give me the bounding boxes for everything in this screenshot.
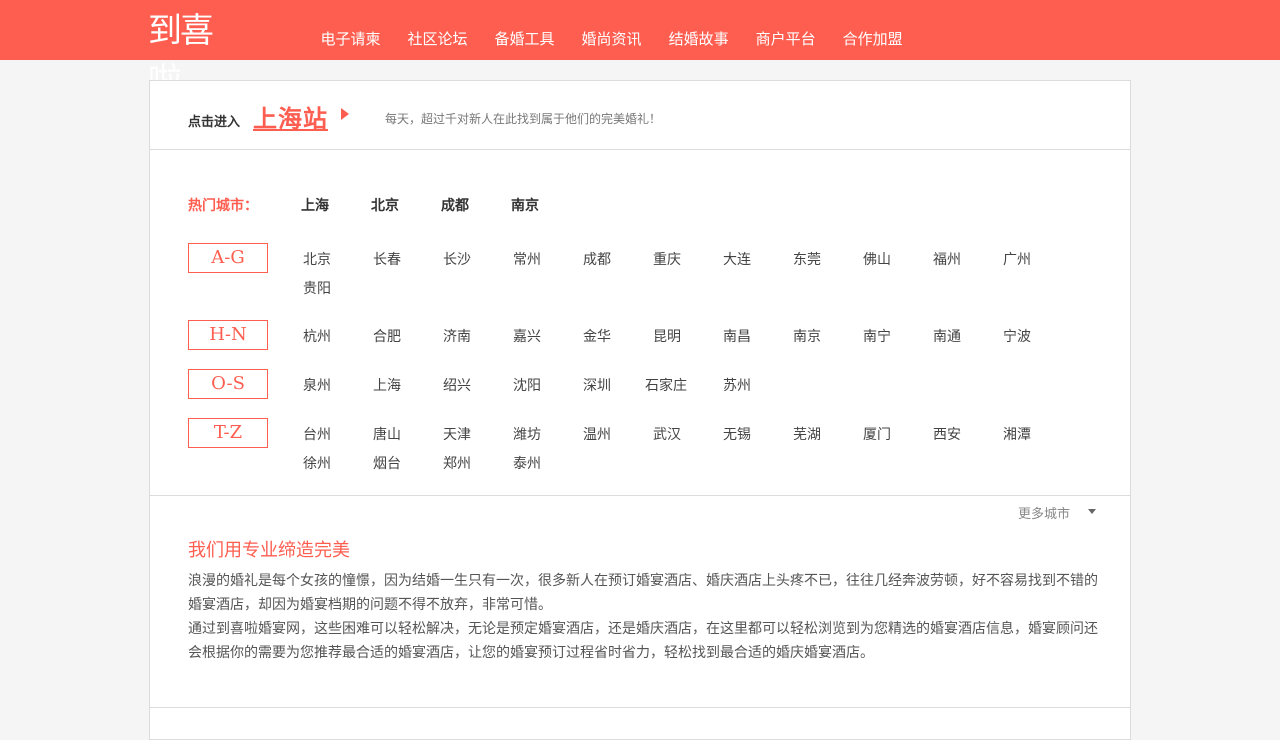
city-link[interactable]: 福州 xyxy=(933,249,1003,269)
main-nav: 电子请柬 社区论坛 备婚工具 婚尚资讯 结婚故事 商户平台 合作加盟 xyxy=(307,0,916,60)
city-link[interactable]: 徐州 xyxy=(303,453,373,473)
nav-item-merchant[interactable]: 商户平台 xyxy=(742,0,829,60)
city-link[interactable]: 泉州 xyxy=(303,375,373,395)
nav-item-invitation[interactable]: 电子请柬 xyxy=(307,0,394,60)
top-nav-bar: 到喜啦 电子请柬 社区论坛 备婚工具 婚尚资讯 结婚故事 商户平台 合作加盟 xyxy=(0,0,1280,101)
intro-title: 我们用专业缔造完美 xyxy=(188,540,350,561)
caret-down-icon[interactable] xyxy=(1088,509,1096,514)
hot-city-link[interactable]: 南京 xyxy=(511,195,539,215)
city-link[interactable]: 大连 xyxy=(723,249,793,269)
city-link[interactable]: 宁波 xyxy=(1003,326,1073,346)
city-link[interactable]: 昆明 xyxy=(653,326,723,346)
city-link[interactable]: 南宁 xyxy=(863,326,933,346)
nav-item-forum[interactable]: 社区论坛 xyxy=(394,0,481,60)
city-link[interactable]: 厦门 xyxy=(863,424,933,444)
city-link[interactable]: 上海 xyxy=(373,375,443,395)
city-link[interactable]: 东莞 xyxy=(793,249,863,269)
arrow-right-icon xyxy=(341,108,349,120)
city-select-panel: 点击进入 上海站 每天，超过千对新人在此找到属于他们的完美婚礼！ 热门城市： 上… xyxy=(149,80,1131,740)
city-link[interactable]: 南昌 xyxy=(723,326,793,346)
city-link[interactable]: 天津 xyxy=(443,424,513,444)
city-link[interactable]: 合肥 xyxy=(373,326,443,346)
city-link[interactable]: 南京 xyxy=(793,326,863,346)
city-link[interactable]: 武汉 xyxy=(653,424,723,444)
city-link[interactable]: 杭州 xyxy=(303,326,373,346)
city-link[interactable]: 南通 xyxy=(933,326,1003,346)
city-link[interactable]: 温州 xyxy=(583,424,653,444)
nav-item-stories[interactable]: 结婚故事 xyxy=(655,0,742,60)
city-link[interactable]: 重庆 xyxy=(653,249,723,269)
nav-item-partner[interactable]: 合作加盟 xyxy=(829,0,916,60)
hot-cities-label: 热门城市： xyxy=(188,198,258,214)
entry-note: 每天，超过千对新人在此找到属于他们的完美婚礼！ xyxy=(385,112,662,126)
city-link[interactable]: 潍坊 xyxy=(513,424,583,444)
hot-city-link[interactable]: 成都 xyxy=(441,195,469,215)
city-entry-bar: 点击进入 上海站 每天，超过千对新人在此找到属于他们的完美婚礼！ xyxy=(150,81,1130,150)
intro-paragraph: 浪漫的婚礼是每个女孩的憧憬，因为结婚一生只有一次，很多新人在预订婚宴酒店、婚庆酒… xyxy=(188,573,1098,613)
nav-item-tools[interactable]: 备婚工具 xyxy=(481,0,568,60)
range-badge-a-g: A-G xyxy=(188,243,268,273)
city-link[interactable]: 北京 xyxy=(303,249,373,269)
city-link[interactable]: 郑州 xyxy=(443,453,513,473)
entry-prefix: 点击进入 xyxy=(188,115,241,130)
city-link[interactable]: 长沙 xyxy=(443,249,513,269)
hot-city-link[interactable]: 上海 xyxy=(301,195,329,215)
city-link[interactable]: 台州 xyxy=(303,424,373,444)
city-link[interactable]: 沈阳 xyxy=(513,375,583,395)
divider xyxy=(150,495,1130,496)
city-link[interactable]: 芜湖 xyxy=(793,424,863,444)
city-link[interactable]: 常州 xyxy=(513,249,583,269)
range-badge-h-n: H-N xyxy=(188,320,268,350)
city-link[interactable]: 西安 xyxy=(933,424,1003,444)
city-link[interactable]: 贵阳 xyxy=(303,278,373,298)
city-link[interactable]: 烟台 xyxy=(373,453,443,473)
city-link[interactable]: 佛山 xyxy=(863,249,933,269)
city-link[interactable]: 济南 xyxy=(443,326,513,346)
more-cities-toggle[interactable]: 更多城市 xyxy=(1018,503,1070,522)
city-link[interactable]: 绍兴 xyxy=(443,375,513,395)
city-link[interactable]: 无锡 xyxy=(723,424,793,444)
city-link[interactable]: 苏州 xyxy=(723,375,793,395)
city-link[interactable]: 广州 xyxy=(1003,249,1073,269)
city-link[interactable]: 成都 xyxy=(583,249,653,269)
city-link[interactable]: 石家庄 xyxy=(645,375,715,395)
hot-city-link[interactable]: 北京 xyxy=(371,195,399,215)
entry-city-link[interactable]: 上海站 xyxy=(253,99,328,134)
divider xyxy=(150,707,1130,708)
nav-item-news[interactable]: 婚尚资讯 xyxy=(568,0,655,60)
city-link[interactable]: 唐山 xyxy=(373,424,443,444)
range-badge-o-s: O-S xyxy=(188,369,268,399)
city-link[interactable]: 湘潭 xyxy=(1003,424,1073,444)
city-link[interactable]: 金华 xyxy=(583,326,653,346)
city-link[interactable]: 深圳 xyxy=(583,375,653,395)
city-link[interactable]: 嘉兴 xyxy=(513,326,583,346)
city-link[interactable]: 泰州 xyxy=(513,453,583,473)
city-link[interactable]: 长春 xyxy=(373,249,443,269)
site-logo[interactable]: 到喜啦 xyxy=(148,6,236,101)
range-badge-t-z: T-Z xyxy=(188,418,268,448)
intro-paragraph: 通过到喜啦婚宴网，这些困难可以轻松解决，无论是预定婚宴酒店，还是婚庆酒店，在这里… xyxy=(188,621,1098,661)
